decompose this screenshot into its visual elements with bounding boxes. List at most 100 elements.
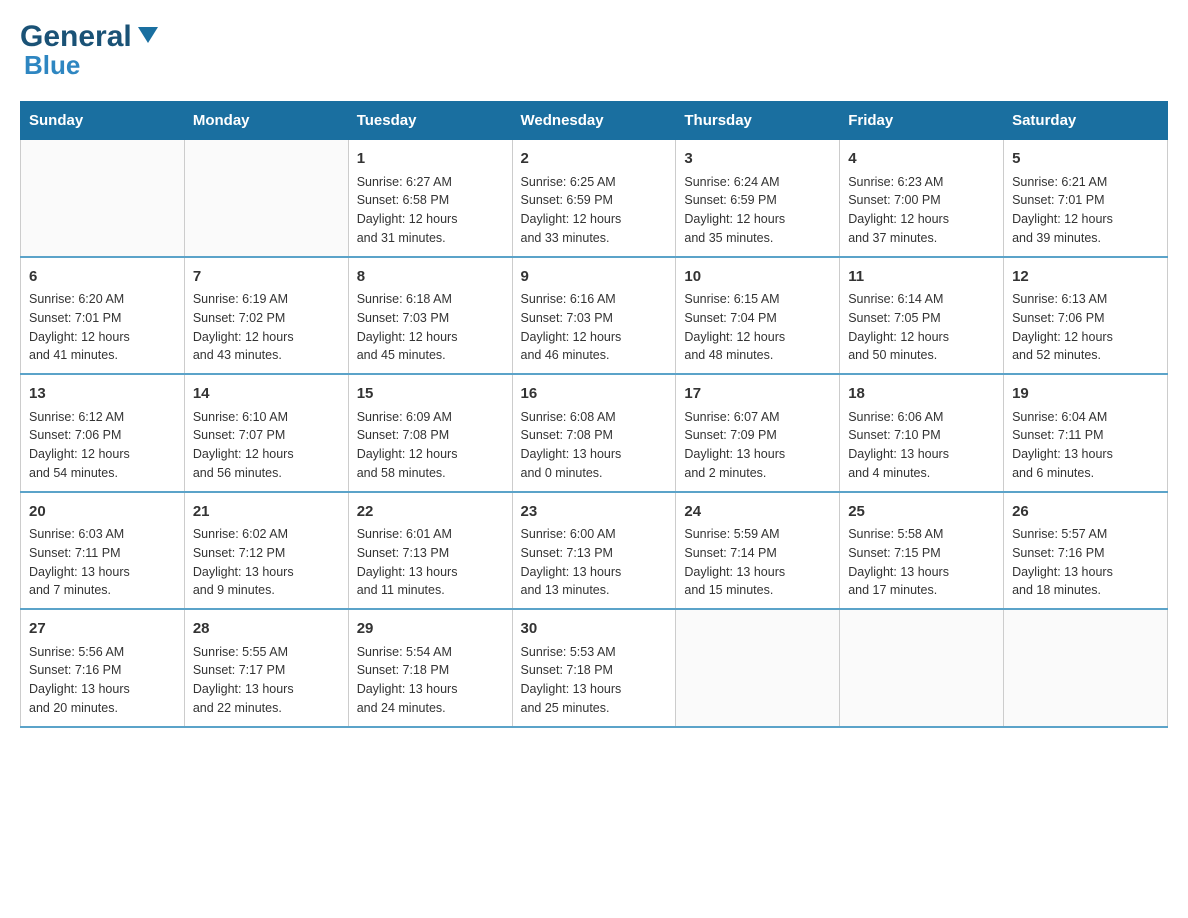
logo-triangle-icon (134, 21, 162, 49)
day-info: Sunrise: 6:06 AM Sunset: 7:10 PM Dayligh… (848, 408, 995, 483)
day-info: Sunrise: 5:55 AM Sunset: 7:17 PM Dayligh… (193, 643, 340, 718)
weekday-header-sunday: Sunday (21, 102, 185, 140)
calendar-cell: 6Sunrise: 6:20 AM Sunset: 7:01 PM Daylig… (21, 257, 185, 375)
calendar-cell: 14Sunrise: 6:10 AM Sunset: 7:07 PM Dayli… (184, 374, 348, 492)
day-info: Sunrise: 6:14 AM Sunset: 7:05 PM Dayligh… (848, 290, 995, 365)
calendar-cell: 11Sunrise: 6:14 AM Sunset: 7:05 PM Dayli… (840, 257, 1004, 375)
weekday-header-wednesday: Wednesday (512, 102, 676, 140)
day-number: 8 (357, 266, 504, 289)
day-number: 6 (29, 266, 176, 289)
day-info: Sunrise: 6:13 AM Sunset: 7:06 PM Dayligh… (1012, 290, 1159, 365)
calendar-cell: 28Sunrise: 5:55 AM Sunset: 7:17 PM Dayli… (184, 609, 348, 727)
logo: General Blue (20, 20, 162, 81)
day-number: 14 (193, 383, 340, 406)
day-number: 30 (521, 618, 668, 641)
calendar-cell: 9Sunrise: 6:16 AM Sunset: 7:03 PM Daylig… (512, 257, 676, 375)
calendar-cell: 15Sunrise: 6:09 AM Sunset: 7:08 PM Dayli… (348, 374, 512, 492)
day-number: 19 (1012, 383, 1159, 406)
day-number: 4 (848, 148, 995, 171)
day-number: 24 (684, 501, 831, 524)
weekday-header-monday: Monday (184, 102, 348, 140)
day-number: 17 (684, 383, 831, 406)
calendar-cell: 26Sunrise: 5:57 AM Sunset: 7:16 PM Dayli… (1004, 492, 1168, 610)
day-info: Sunrise: 6:25 AM Sunset: 6:59 PM Dayligh… (521, 173, 668, 248)
day-info: Sunrise: 6:09 AM Sunset: 7:08 PM Dayligh… (357, 408, 504, 483)
calendar-cell: 23Sunrise: 6:00 AM Sunset: 7:13 PM Dayli… (512, 492, 676, 610)
calendar-cell: 21Sunrise: 6:02 AM Sunset: 7:12 PM Dayli… (184, 492, 348, 610)
day-info: Sunrise: 6:19 AM Sunset: 7:02 PM Dayligh… (193, 290, 340, 365)
day-info: Sunrise: 6:03 AM Sunset: 7:11 PM Dayligh… (29, 525, 176, 600)
day-info: Sunrise: 6:04 AM Sunset: 7:11 PM Dayligh… (1012, 408, 1159, 483)
day-number: 18 (848, 383, 995, 406)
day-info: Sunrise: 5:57 AM Sunset: 7:16 PM Dayligh… (1012, 525, 1159, 600)
day-number: 23 (521, 501, 668, 524)
day-info: Sunrise: 6:01 AM Sunset: 7:13 PM Dayligh… (357, 525, 504, 600)
day-info: Sunrise: 6:07 AM Sunset: 7:09 PM Dayligh… (684, 408, 831, 483)
day-number: 5 (1012, 148, 1159, 171)
day-number: 27 (29, 618, 176, 641)
calendar-cell: 3Sunrise: 6:24 AM Sunset: 6:59 PM Daylig… (676, 140, 840, 257)
day-info: Sunrise: 6:16 AM Sunset: 7:03 PM Dayligh… (521, 290, 668, 365)
day-info: Sunrise: 6:02 AM Sunset: 7:12 PM Dayligh… (193, 525, 340, 600)
weekday-header-friday: Friday (840, 102, 1004, 140)
calendar-cell: 30Sunrise: 5:53 AM Sunset: 7:18 PM Dayli… (512, 609, 676, 727)
weekday-header-saturday: Saturday (1004, 102, 1168, 140)
day-number: 22 (357, 501, 504, 524)
calendar-cell: 5Sunrise: 6:21 AM Sunset: 7:01 PM Daylig… (1004, 140, 1168, 257)
day-number: 11 (848, 266, 995, 289)
day-number: 28 (193, 618, 340, 641)
day-number: 3 (684, 148, 831, 171)
day-info: Sunrise: 5:59 AM Sunset: 7:14 PM Dayligh… (684, 525, 831, 600)
calendar-cell: 13Sunrise: 6:12 AM Sunset: 7:06 PM Dayli… (21, 374, 185, 492)
day-number: 2 (521, 148, 668, 171)
day-number: 15 (357, 383, 504, 406)
calendar-cell (21, 140, 185, 257)
day-info: Sunrise: 6:27 AM Sunset: 6:58 PM Dayligh… (357, 173, 504, 248)
day-number: 26 (1012, 501, 1159, 524)
calendar-cell: 17Sunrise: 6:07 AM Sunset: 7:09 PM Dayli… (676, 374, 840, 492)
day-info: Sunrise: 6:00 AM Sunset: 7:13 PM Dayligh… (521, 525, 668, 600)
day-number: 20 (29, 501, 176, 524)
day-info: Sunrise: 6:08 AM Sunset: 7:08 PM Dayligh… (521, 408, 668, 483)
calendar-week-row: 6Sunrise: 6:20 AM Sunset: 7:01 PM Daylig… (21, 257, 1168, 375)
calendar-cell: 4Sunrise: 6:23 AM Sunset: 7:00 PM Daylig… (840, 140, 1004, 257)
calendar-body: 1Sunrise: 6:27 AM Sunset: 6:58 PM Daylig… (21, 140, 1168, 727)
calendar-cell (840, 609, 1004, 727)
day-number: 9 (521, 266, 668, 289)
calendar-cell: 20Sunrise: 6:03 AM Sunset: 7:11 PM Dayli… (21, 492, 185, 610)
day-info: Sunrise: 5:56 AM Sunset: 7:16 PM Dayligh… (29, 643, 176, 718)
calendar-cell: 25Sunrise: 5:58 AM Sunset: 7:15 PM Dayli… (840, 492, 1004, 610)
calendar-week-row: 13Sunrise: 6:12 AM Sunset: 7:06 PM Dayli… (21, 374, 1168, 492)
calendar-cell (1004, 609, 1168, 727)
day-number: 16 (521, 383, 668, 406)
calendar-week-row: 27Sunrise: 5:56 AM Sunset: 7:16 PM Dayli… (21, 609, 1168, 727)
day-number: 12 (1012, 266, 1159, 289)
day-info: Sunrise: 6:15 AM Sunset: 7:04 PM Dayligh… (684, 290, 831, 365)
weekday-header-row: SundayMondayTuesdayWednesdayThursdayFrid… (21, 102, 1168, 140)
calendar-cell: 29Sunrise: 5:54 AM Sunset: 7:18 PM Dayli… (348, 609, 512, 727)
day-info: Sunrise: 6:21 AM Sunset: 7:01 PM Dayligh… (1012, 173, 1159, 248)
day-info: Sunrise: 6:24 AM Sunset: 6:59 PM Dayligh… (684, 173, 831, 248)
day-number: 1 (357, 148, 504, 171)
day-info: Sunrise: 6:23 AM Sunset: 7:00 PM Dayligh… (848, 173, 995, 248)
day-number: 21 (193, 501, 340, 524)
day-info: Sunrise: 5:53 AM Sunset: 7:18 PM Dayligh… (521, 643, 668, 718)
day-info: Sunrise: 6:18 AM Sunset: 7:03 PM Dayligh… (357, 290, 504, 365)
day-number: 7 (193, 266, 340, 289)
calendar-cell: 16Sunrise: 6:08 AM Sunset: 7:08 PM Dayli… (512, 374, 676, 492)
page-header: General Blue (20, 20, 1168, 81)
calendar-cell: 24Sunrise: 5:59 AM Sunset: 7:14 PM Dayli… (676, 492, 840, 610)
calendar-cell: 7Sunrise: 6:19 AM Sunset: 7:02 PM Daylig… (184, 257, 348, 375)
day-info: Sunrise: 6:10 AM Sunset: 7:07 PM Dayligh… (193, 408, 340, 483)
calendar-week-row: 1Sunrise: 6:27 AM Sunset: 6:58 PM Daylig… (21, 140, 1168, 257)
day-info: Sunrise: 5:54 AM Sunset: 7:18 PM Dayligh… (357, 643, 504, 718)
weekday-header-tuesday: Tuesday (348, 102, 512, 140)
calendar-cell: 12Sunrise: 6:13 AM Sunset: 7:06 PM Dayli… (1004, 257, 1168, 375)
logo-general: General (20, 20, 132, 54)
day-number: 10 (684, 266, 831, 289)
calendar-cell: 10Sunrise: 6:15 AM Sunset: 7:04 PM Dayli… (676, 257, 840, 375)
logo-blue: Blue (24, 50, 80, 81)
calendar-header: SundayMondayTuesdayWednesdayThursdayFrid… (21, 102, 1168, 140)
calendar-cell: 19Sunrise: 6:04 AM Sunset: 7:11 PM Dayli… (1004, 374, 1168, 492)
calendar-cell (676, 609, 840, 727)
